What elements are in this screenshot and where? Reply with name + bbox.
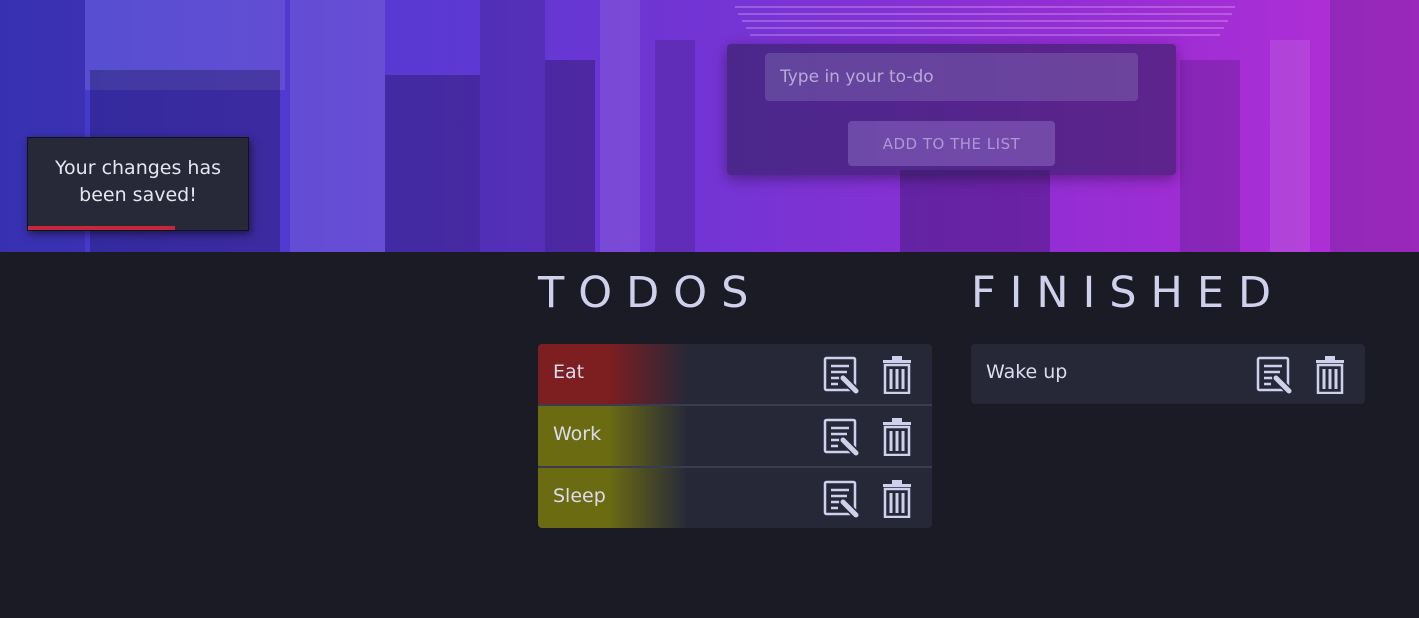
edit-button[interactable] bbox=[823, 417, 861, 457]
edit-icon bbox=[1256, 356, 1293, 394]
todo-item: Eat bbox=[538, 344, 932, 406]
delete-button[interactable] bbox=[878, 355, 916, 395]
page: ADD TO THE LIST Your changes has been sa… bbox=[0, 0, 1419, 618]
todo-item-label: Eat bbox=[553, 361, 585, 383]
trash-icon bbox=[883, 480, 911, 518]
delete-button[interactable] bbox=[878, 479, 916, 519]
finished-heading: FINISHED bbox=[971, 268, 1286, 318]
add-todo-form: ADD TO THE LIST bbox=[727, 44, 1176, 175]
delete-button[interactable] bbox=[878, 417, 916, 457]
todo-item: Sleep bbox=[538, 468, 932, 528]
todo-item-label: Sleep bbox=[553, 485, 606, 507]
edit-button[interactable] bbox=[823, 479, 861, 519]
todos-list: Eat Work Sleep bbox=[538, 344, 932, 528]
todos-heading: TODOS bbox=[538, 268, 763, 318]
save-notification-message: Your changes has been saved! bbox=[54, 157, 222, 206]
add-to-list-button[interactable]: ADD TO THE LIST bbox=[848, 121, 1055, 166]
edit-icon bbox=[823, 418, 860, 456]
notification-progress-bar bbox=[28, 226, 176, 230]
trash-icon bbox=[883, 418, 911, 456]
edit-icon bbox=[823, 480, 860, 518]
trash-icon bbox=[883, 356, 911, 394]
edit-icon bbox=[823, 356, 860, 394]
save-notification: Your changes has been saved! bbox=[27, 137, 249, 231]
finished-item-label: Wake up bbox=[986, 361, 1068, 383]
finished-item: Wake up bbox=[971, 344, 1365, 404]
trash-icon bbox=[1316, 356, 1344, 394]
edit-button[interactable] bbox=[823, 355, 861, 395]
edit-button[interactable] bbox=[1256, 355, 1294, 395]
delete-button[interactable] bbox=[1311, 355, 1349, 395]
finished-list: Wake up bbox=[971, 344, 1365, 404]
todo-input[interactable] bbox=[765, 53, 1138, 101]
hero-banner: ADD TO THE LIST Your changes has been sa… bbox=[0, 0, 1419, 252]
todo-item: Work bbox=[538, 406, 932, 468]
todo-item-label: Work bbox=[553, 423, 602, 445]
